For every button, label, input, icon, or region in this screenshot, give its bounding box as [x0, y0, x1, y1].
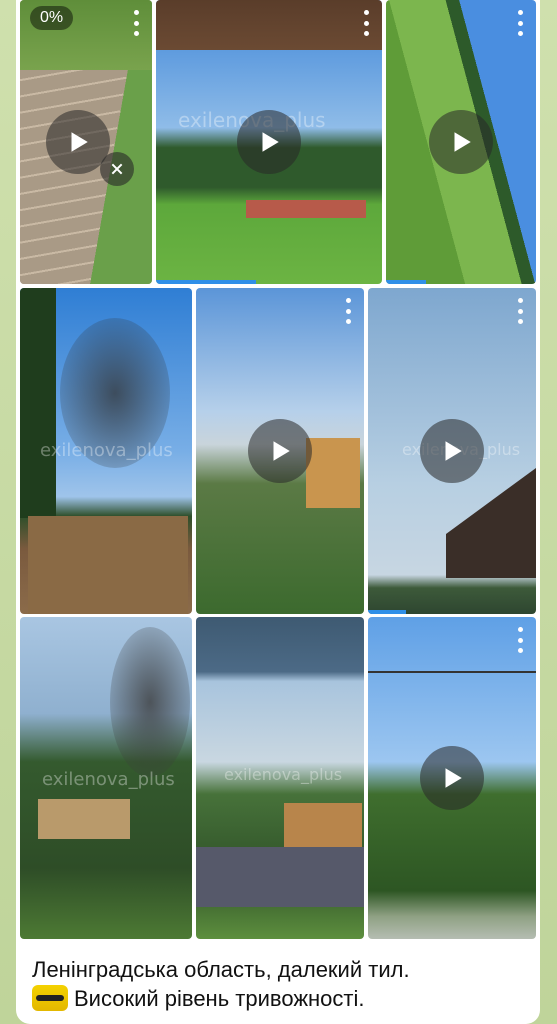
smoke-plume — [110, 627, 190, 777]
warning-siren-emoji — [32, 985, 68, 1011]
play-icon[interactable] — [429, 110, 493, 174]
more-vertical-icon[interactable] — [130, 10, 142, 36]
play-icon[interactable] — [248, 419, 312, 483]
more-vertical-icon[interactable] — [514, 10, 526, 36]
playback-progress-bar — [368, 610, 406, 614]
play-icon[interactable] — [420, 419, 484, 483]
message-bubble: 0% exilenova_plus exilenova_plus exileno… — [16, 0, 540, 1024]
more-vertical-icon[interactable] — [514, 627, 526, 653]
wooden-shed — [28, 516, 188, 614]
power-line — [368, 671, 536, 673]
more-vertical-icon[interactable] — [360, 10, 372, 36]
fence — [38, 799, 130, 839]
media-tile-2[interactable]: exilenova_plus — [156, 0, 382, 284]
media-tile-3[interactable] — [386, 0, 536, 284]
media-tile-5[interactable] — [196, 288, 364, 614]
watermark-text: exilenova_plus — [40, 440, 173, 461]
close-icon[interactable] — [100, 152, 134, 186]
house-roofs — [246, 200, 366, 218]
download-progress-badge: 0% — [30, 6, 74, 30]
media-tile-1[interactable]: 0% — [20, 0, 152, 284]
caption-line-2-wrapper: Високий рівень тривожності. — [32, 984, 532, 1013]
caption-line-1: Ленінградська область, далекий тил. — [32, 957, 410, 982]
roof-edge — [156, 0, 382, 50]
cabin — [284, 803, 362, 849]
caption-line-2: Високий рівень тривожності. — [74, 986, 365, 1011]
playback-progress-bar — [156, 280, 256, 284]
more-vertical-icon[interactable] — [514, 298, 526, 324]
media-tile-8[interactable]: exilenova_plus — [196, 617, 364, 939]
play-icon[interactable] — [237, 110, 301, 174]
media-tile-9[interactable] — [368, 617, 536, 939]
message-caption: Ленінградська область, далекий тил. Висо… — [32, 955, 532, 1013]
play-icon[interactable] — [420, 746, 484, 810]
media-tile-7[interactable]: exilenova_plus — [20, 617, 192, 939]
cabin — [306, 438, 360, 508]
media-tile-4[interactable]: exilenova_plus — [20, 288, 192, 614]
tree-left — [20, 288, 56, 518]
watermark-text: exilenova_plus — [42, 769, 175, 790]
playback-progress-bar — [386, 280, 426, 284]
watermark-text: exilenova_plus — [224, 765, 343, 784]
media-tile-6[interactable]: exilenova_plus — [368, 288, 536, 614]
metal-fence — [196, 847, 364, 907]
more-vertical-icon[interactable] — [342, 298, 354, 324]
